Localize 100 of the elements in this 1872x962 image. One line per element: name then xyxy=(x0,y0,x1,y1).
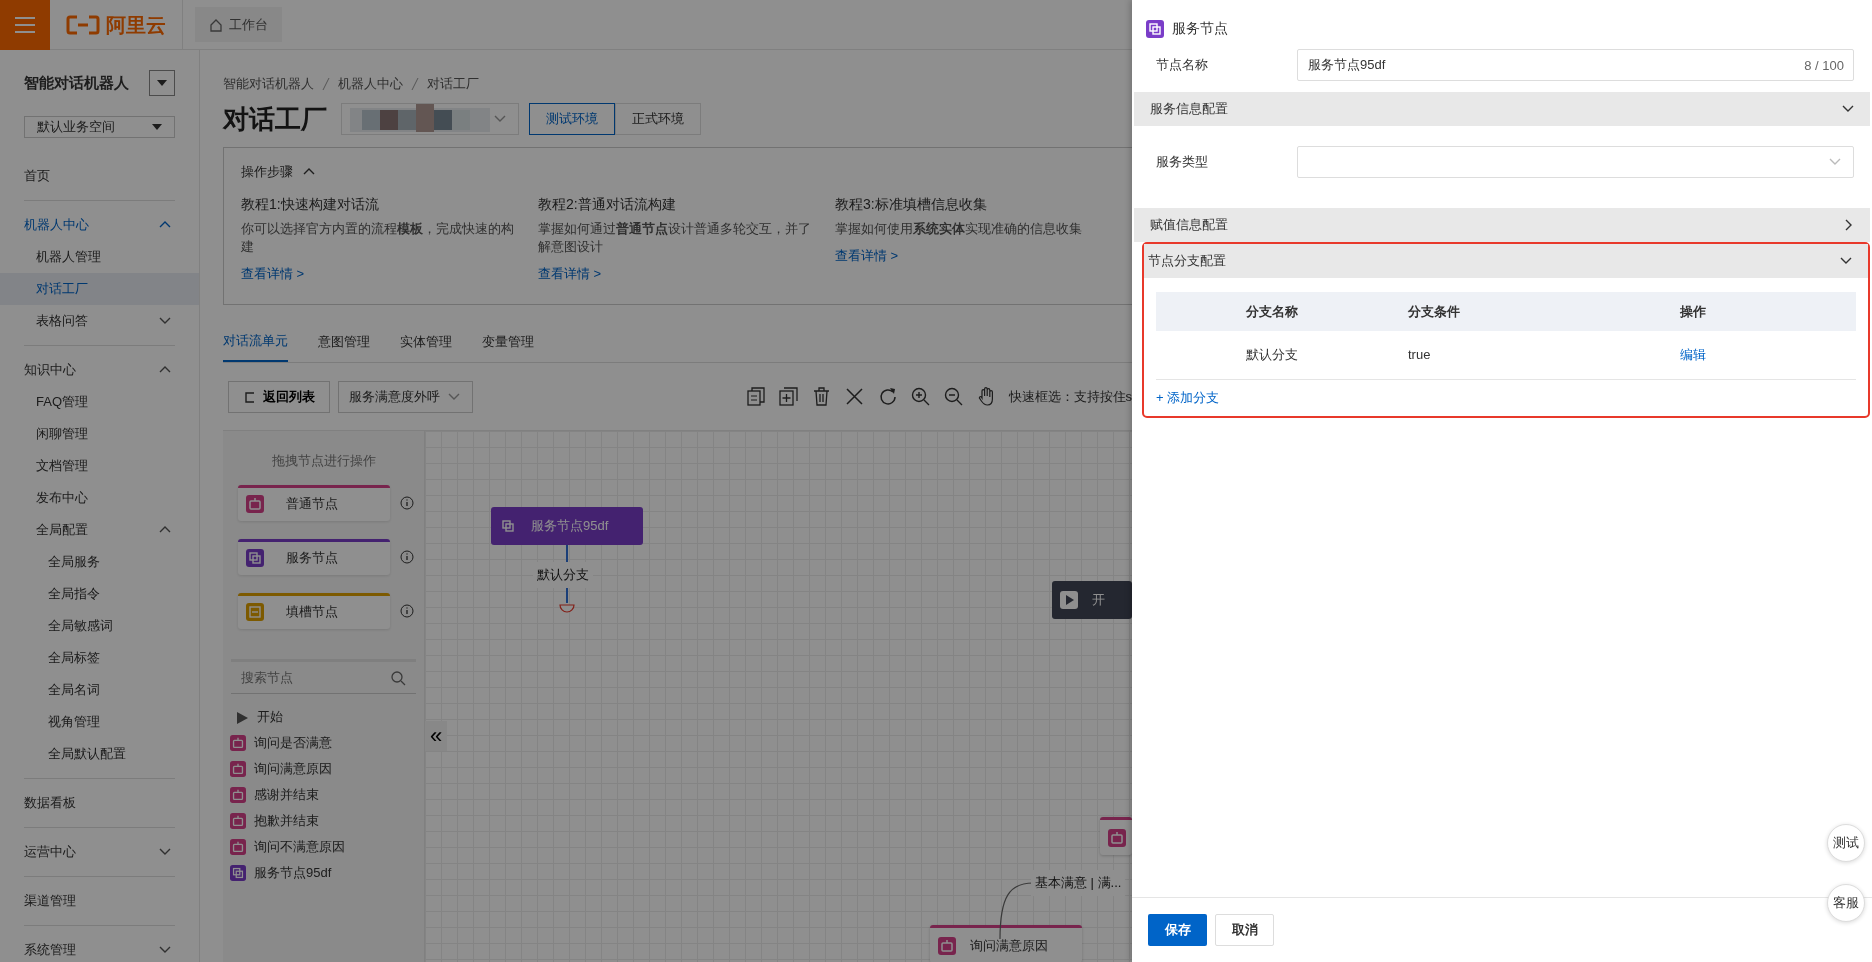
sidebar-item[interactable]: 渠道管理 xyxy=(0,884,199,917)
node-type-card[interactable]: 填槽节点 xyxy=(238,592,390,629)
normal-node-icon xyxy=(1108,828,1126,847)
section-header[interactable]: 赋值信息配置 xyxy=(1134,208,1870,242)
return-icon xyxy=(243,390,255,403)
node-list-item[interactable]: 服务节点95df xyxy=(230,862,424,883)
details-link[interactable]: 查看详情 > xyxy=(538,264,815,284)
sidebar-item[interactable]: 知识中心 xyxy=(0,353,199,386)
tutorial-title: 教程1:快速构建对话流 xyxy=(241,195,380,213)
sidebar-item[interactable]: 闲聊管理 xyxy=(0,417,199,450)
sidebar-item[interactable]: 发布中心 xyxy=(0,481,199,514)
edge-label: 基本满意 | 满... xyxy=(1031,870,1126,896)
flow-select[interactable]: 服务满意度外呼 xyxy=(338,380,473,413)
flow-node[interactable]: 询问满意原因 xyxy=(930,925,1082,962)
home-icon xyxy=(209,17,223,32)
normal-node-icon xyxy=(230,734,246,751)
field-label: 节点名称 xyxy=(1156,56,1209,75)
breadcrumb-link[interactable]: 对话工厂 xyxy=(427,74,479,94)
add-node-icon[interactable] xyxy=(777,386,799,407)
sidebar-item[interactable]: 全局敏感词 xyxy=(0,609,199,642)
sidebar-item[interactable]: 全局标签 xyxy=(0,641,199,674)
section-header[interactable]: 节点分支配置 xyxy=(1144,244,1868,278)
environment-tab[interactable]: 测试环境 xyxy=(529,103,615,135)
sidebar-item[interactable]: 视角管理 xyxy=(0,705,199,738)
section-header[interactable]: 服务信息配置 xyxy=(1134,92,1870,126)
node-list-item[interactable]: 感谢并结束 xyxy=(230,784,424,805)
node-list-item[interactable]: 询问不满意原因 xyxy=(230,836,424,857)
details-link[interactable]: 查看详情 > xyxy=(241,264,518,284)
workspace-select[interactable]: 默认业务空间 xyxy=(24,116,175,138)
separator-icon xyxy=(411,77,419,91)
collapse-button[interactable]: « xyxy=(425,721,447,751)
info-icon xyxy=(400,495,414,510)
edit-link[interactable]: 编辑 xyxy=(1680,345,1706,365)
field-label: 服务类型 xyxy=(1156,153,1209,172)
normal-node-icon xyxy=(230,838,246,855)
page-title: 对话工厂 xyxy=(223,102,327,136)
select-value: 默认业务空间 xyxy=(37,118,115,136)
sidebar-item[interactable]: 首页 xyxy=(0,159,199,192)
environment-tab[interactable]: 正式环境 xyxy=(615,103,701,135)
service-node-icon xyxy=(230,864,246,881)
normal-node-icon xyxy=(230,760,246,777)
tab[interactable]: 实体管理 xyxy=(400,329,452,362)
info-icon xyxy=(400,603,414,618)
sidebar-item[interactable]: 数据看板 xyxy=(0,786,199,819)
service-node-icon xyxy=(1146,19,1164,38)
zoom-in-icon[interactable] xyxy=(909,386,931,407)
save-button[interactable]: 保存 xyxy=(1148,914,1207,946)
flow-node[interactable]: 开 xyxy=(1052,581,1132,619)
select-value: 服务满意度外呼 xyxy=(349,387,440,406)
dropdown-button[interactable] xyxy=(149,70,175,96)
sidebar-item[interactable]: 全局服务 xyxy=(0,545,199,578)
menu-icon xyxy=(14,15,36,34)
cancel-button[interactable]: 取消 xyxy=(1215,914,1274,946)
node-list-item[interactable]: 询问是否满意 xyxy=(230,732,424,753)
sidebar-item[interactable]: 机器人管理 xyxy=(0,240,199,273)
normal-node-icon xyxy=(230,812,246,829)
slot-node-icon xyxy=(246,603,264,621)
sidebar-item[interactable]: 系统管理 xyxy=(0,933,199,962)
flow-node[interactable] xyxy=(1100,817,1132,855)
sidebar-item[interactable]: 全局名词 xyxy=(0,673,199,706)
sidebar-item[interactable]: 运营中心 xyxy=(0,835,199,868)
drawer-title: 服务节点 xyxy=(1172,19,1228,38)
sidebar-item[interactable]: 机器人中心 xyxy=(0,208,199,241)
normal-node-icon xyxy=(938,936,956,955)
add-branch-link[interactable]: + 添加分支 xyxy=(1156,380,1226,416)
tab[interactable]: 意图管理 xyxy=(318,329,370,362)
node-type-card[interactable]: 服务节点 xyxy=(238,538,390,575)
sidebar-item[interactable]: 全局配置 xyxy=(0,513,199,546)
node-list-item[interactable]: 询问满意原因 xyxy=(230,758,424,779)
sidebar-item[interactable]: 全局默认配置 xyxy=(0,737,199,770)
search-field[interactable]: 搜索节点 xyxy=(231,661,416,694)
caret-icon xyxy=(157,80,167,86)
back-button[interactable]: 返回列表 xyxy=(228,380,330,413)
palette-hint: 拖拽节点进行操作 xyxy=(270,452,377,470)
service-node-icon xyxy=(246,549,264,567)
sidebar-item[interactable]: FAQ管理 xyxy=(0,385,199,418)
workbench-tab[interactable]: 工作台 xyxy=(195,6,282,43)
sidebar-item[interactable]: 对话工厂 xyxy=(0,272,199,305)
caret-icon xyxy=(152,123,162,130)
node-list-item[interactable]: 开始 xyxy=(230,706,424,727)
tab[interactable]: 对话流单元 xyxy=(223,329,288,362)
info-icon xyxy=(400,549,414,564)
sidebar-item[interactable]: 全局指令 xyxy=(0,577,199,610)
search-icon xyxy=(390,669,406,686)
sidebar-item[interactable]: 文档管理 xyxy=(0,449,199,482)
project-select[interactable] xyxy=(341,103,519,135)
tutorial-description: 掌握如何通过普通节点设计普通多轮交互，并了解意图设计 xyxy=(538,220,812,257)
details-link[interactable]: 查看详情 > xyxy=(835,246,1112,266)
zoom-out-icon[interactable] xyxy=(942,386,964,407)
close-icon[interactable] xyxy=(843,386,865,407)
breadcrumb-link[interactable]: 智能对话机器人 xyxy=(223,74,314,94)
node-type-card[interactable]: 普通节点 xyxy=(238,484,390,521)
flow-node[interactable]: 服务节点95df xyxy=(491,507,643,545)
tutorial-description: 掌握如何使用系统实体实现准确的信息收集 xyxy=(835,220,1083,239)
breadcrumb-link[interactable]: 机器人中心 xyxy=(338,74,403,94)
copy-icon[interactable] xyxy=(744,386,766,407)
node-list-item[interactable]: 抱歉并结束 xyxy=(230,810,424,831)
tab[interactable]: 变量管理 xyxy=(482,329,534,362)
sidebar-item[interactable]: 表格问答 xyxy=(0,304,199,337)
tutorial-description: 你可以选择官方内置的流程模板，完成快速的构建 xyxy=(241,220,515,257)
